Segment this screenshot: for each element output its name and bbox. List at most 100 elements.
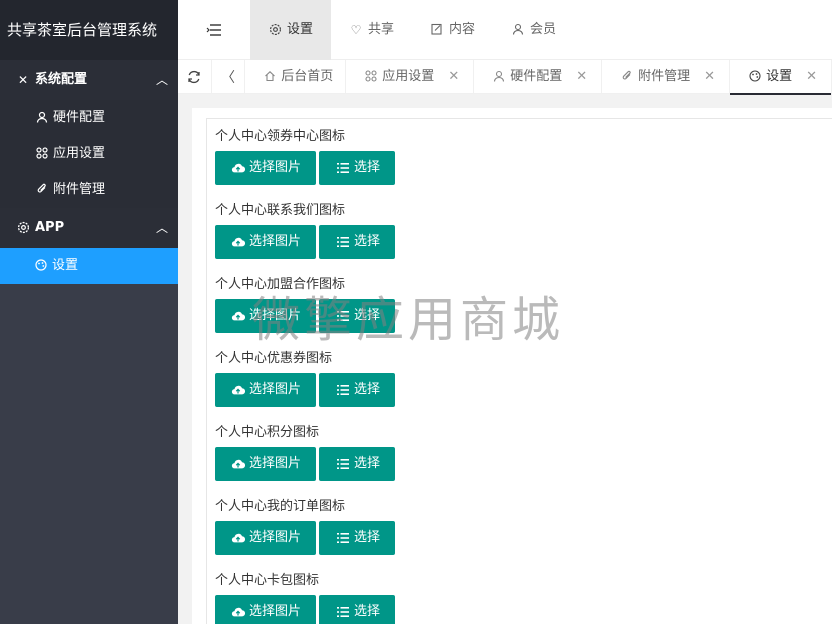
button-row: 选择图片 选择 [215, 373, 832, 407]
user-icon [35, 111, 49, 125]
page-tab-label: 应用设置 [382, 69, 435, 84]
refresh-button[interactable] [178, 60, 212, 94]
button-row: 选择图片 选择 [215, 299, 832, 333]
nav-group-app[interactable]: APP ︿ [0, 208, 178, 248]
icon-field: 个人中心优惠券图标 选择图片 选择 [215, 341, 832, 415]
nav-sub-list: 硬件配置 应用设置 附件管理 [0, 100, 178, 208]
icon-field: 个人中心我的订单图标选择图片 选择 [215, 489, 832, 563]
button-label: 选择 [354, 604, 381, 619]
top-header: 设置 ♡ 共享 内容 会员 [178, 0, 832, 60]
page-tab-home[interactable]: 后台首页 [245, 60, 347, 94]
list-icon [337, 533, 349, 543]
select-image-button[interactable]: 选择图片 [215, 151, 316, 185]
select-image-button[interactable]: 选择图片 [215, 521, 316, 555]
button-label: 选择 [354, 308, 381, 323]
choose-button[interactable]: 选择 [319, 225, 395, 259]
field-label: 个人中心领券中心图标 [215, 129, 346, 144]
settings-form: 个人中心领券中心图标 选择图片 选择 个人中心联系我们图标 选择图片 选择 个人中心加盟合作… [206, 118, 832, 624]
top-tab-share[interactable]: ♡ 共享 [331, 0, 412, 60]
nav-group-label: APP [35, 220, 65, 235]
page-tab-label: 附件管理 [638, 69, 691, 84]
button-label: 选择 [354, 530, 381, 545]
page-tab-hardware-config[interactable]: 硬件配置 ✕ [474, 60, 603, 94]
nav-group-label: 系统配置 [35, 72, 88, 87]
page-tab-label: 设置 [766, 69, 793, 84]
button-label: 选择 [354, 382, 381, 397]
list-icon [337, 459, 349, 469]
list-icon [337, 607, 349, 617]
chevron-up-icon: ︿ [155, 73, 168, 87]
choose-button[interactable]: 选择 [319, 151, 395, 185]
field-label: 个人中心联系我们图标 [215, 203, 346, 218]
main-content: 个人中心领券中心图标 选择图片 选择 个人中心联系我们图标 选择图片 选择 个人中心加盟合作… [192, 108, 832, 624]
select-image-button[interactable]: 选择图片 [215, 225, 316, 259]
close-icon[interactable]: ✕ [576, 60, 587, 94]
field-label: 个人中心积分图标 [215, 425, 320, 440]
home-icon [263, 70, 277, 84]
sidebar-item-label: 设置 [52, 258, 79, 273]
close-icon[interactable]: ✕ [806, 60, 817, 94]
upload-cloud-icon [231, 385, 245, 395]
select-image-button[interactable]: 选择图片 [215, 299, 316, 333]
top-tab-settings[interactable]: 设置 [250, 0, 332, 60]
page-tab-label: 后台首页 [281, 69, 334, 84]
choose-button[interactable]: 选择 [319, 521, 395, 555]
paperclip-icon [620, 70, 634, 84]
button-label: 选择 [354, 456, 381, 471]
top-tab-label: 会员 [530, 22, 557, 37]
top-tab-label: 设置 [287, 22, 314, 37]
heart-icon: ♡ [350, 23, 362, 37]
top-tab-members[interactable]: 会员 [493, 0, 574, 60]
button-row: 选择图片 选择 [215, 447, 832, 481]
page-tab-bar: 〈 后台首页 应用设置 ✕ 硬件配置 ✕ 附件管理 ✕ 设置 ✕ [178, 60, 832, 95]
close-icon[interactable]: ✕ [704, 60, 715, 94]
list-icon [337, 385, 349, 395]
icon-field: 个人中心卡包图标选择图片 选择 [215, 563, 832, 624]
sidebar: 共享茶室后台管理系统 ✕ 系统配置 ︿ 硬件配置 应用设置 附件管理 APP ︿… [0, 0, 178, 624]
upload-cloud-icon [231, 607, 245, 617]
icon-field: 个人中心积分图标选择图片 选择 [215, 415, 832, 489]
button-label: 选择图片 [249, 456, 302, 471]
top-tab-content[interactable]: 内容 [412, 0, 493, 60]
button-row: 选择图片 选择 [215, 521, 832, 555]
icon-field: 个人中心联系我们图标选择图片 选择 [215, 193, 832, 267]
button-label: 选择 [354, 160, 381, 175]
page-tab-app-settings[interactable]: 应用设置 ✕ [346, 60, 475, 94]
close-icon[interactable]: ✕ [448, 60, 459, 94]
nav-sub-list: 设置 [0, 248, 178, 284]
button-label: 选择图片 [249, 160, 302, 175]
icon-field: 个人中心加盟合作图标 选择图片 选择 [215, 267, 832, 341]
tab-scroll-left-button[interactable]: 〈 [212, 60, 246, 94]
sidebar-item-label: 应用设置 [53, 146, 106, 161]
button-label: 选择图片 [249, 382, 302, 397]
sidebar-item-settings[interactable]: 设置 [0, 248, 178, 284]
app-title: 共享茶室后台管理系统 [0, 0, 178, 60]
choose-button[interactable]: 选择 [319, 595, 395, 624]
choose-button[interactable]: 选择 [319, 299, 395, 333]
wrench-icon: ✕ [17, 73, 29, 87]
field-label: 个人中心我的订单图标 [215, 499, 346, 514]
button-label: 选择图片 [249, 604, 302, 619]
select-image-button[interactable]: 选择图片 [215, 595, 316, 624]
sidebar-item-label: 硬件配置 [53, 110, 106, 125]
sidebar-item-attachments[interactable]: 附件管理 [0, 172, 178, 208]
sidebar-item-hardware-config[interactable]: 硬件配置 [0, 100, 178, 136]
upload-cloud-icon [231, 533, 245, 543]
apps-icon [364, 70, 378, 84]
choose-button[interactable]: 选择 [319, 447, 395, 481]
list-icon [337, 237, 349, 247]
select-image-button[interactable]: 选择图片 [215, 373, 316, 407]
sidebar-item-label: 附件管理 [53, 182, 106, 197]
chevron-left-icon: 〈 [220, 70, 235, 86]
select-image-button[interactable]: 选择图片 [215, 447, 316, 481]
chevron-up-icon: ︿ [155, 221, 168, 235]
choose-button[interactable]: 选择 [319, 373, 395, 407]
field-label: 个人中心卡包图标 [215, 573, 320, 588]
button-label: 选择图片 [249, 308, 302, 323]
page-tab-settings[interactable]: 设置 ✕ [730, 60, 832, 95]
menu-toggle-button[interactable] [178, 0, 250, 59]
top-tab-label: 共享 [368, 22, 395, 37]
page-tab-attachments[interactable]: 附件管理 ✕ [602, 60, 731, 94]
nav-group-system-config[interactable]: ✕ 系统配置 ︿ [0, 60, 178, 100]
sidebar-item-app-settings[interactable]: 应用设置 [0, 136, 178, 172]
